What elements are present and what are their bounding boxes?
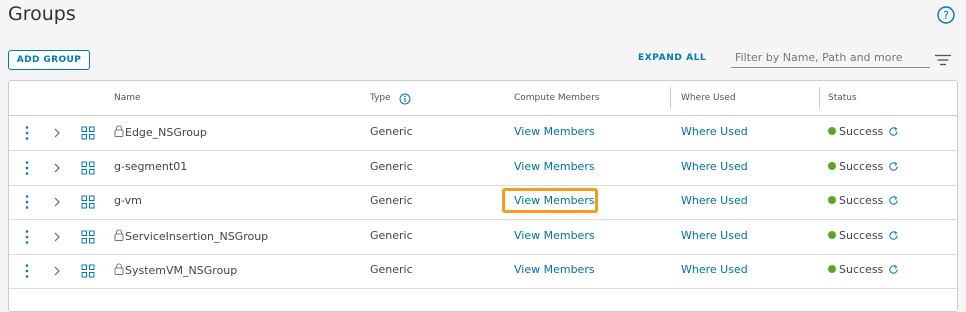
column-name[interactable]: Name <box>114 93 141 103</box>
view-members-link[interactable]: View Members <box>514 229 595 242</box>
group-name: ServiceInsertion_NSGroup <box>114 229 268 243</box>
group-name: SystemVM_NSGroup <box>114 263 237 277</box>
group-name: g-vm <box>114 194 142 208</box>
where-used-link[interactable]: Where Used <box>681 125 748 138</box>
chevron-right-icon[interactable] <box>52 162 62 174</box>
view-members-link[interactable]: View Members <box>514 263 595 276</box>
filter-input[interactable] <box>731 48 930 68</box>
column-compute-members: Compute Members <box>514 93 600 103</box>
where-used-link[interactable]: Where Used <box>681 160 748 173</box>
status-text: Success <box>839 263 884 277</box>
status-cell: Success <box>828 194 899 207</box>
refresh-icon[interactable] <box>888 161 899 172</box>
kebab-icon[interactable] <box>22 160 32 176</box>
column-divider <box>670 87 671 109</box>
table-header: Name Type Compute Members Where Used Sta… <box>9 81 957 116</box>
groups-table: Name Type Compute Members Where Used Sta… <box>8 80 958 312</box>
group-type: Generic <box>370 228 413 242</box>
column-type[interactable]: Type <box>370 93 391 103</box>
success-dot-icon <box>828 230 836 239</box>
tree-icon <box>81 195 95 209</box>
lock-icon <box>114 125 124 137</box>
refresh-icon[interactable] <box>888 230 899 241</box>
lock-icon <box>114 229 124 241</box>
success-dot-icon <box>828 265 836 274</box>
add-group-button[interactable]: ADD GROUP <box>8 50 90 70</box>
expand-all-button[interactable]: EXPAND ALL <box>638 53 706 63</box>
where-used-link[interactable]: Where Used <box>681 263 748 276</box>
group-type: Generic <box>370 263 413 277</box>
tree-icon <box>81 230 95 244</box>
chevron-right-icon[interactable] <box>52 231 62 243</box>
refresh-icon[interactable] <box>888 264 899 275</box>
table-row[interactable]: SystemVM_NSGroup Generic View Members Wh… <box>9 254 957 290</box>
table-row[interactable]: g-segment01 Generic View Members Where U… <box>9 151 957 186</box>
lock-icon <box>114 263 124 276</box>
group-type: Generic <box>370 159 413 173</box>
success-dot-icon <box>828 127 836 135</box>
refresh-icon[interactable] <box>888 195 899 206</box>
column-divider <box>819 87 820 109</box>
group-type: Generic <box>370 194 413 208</box>
kebab-icon[interactable] <box>22 229 32 245</box>
status-cell: Success <box>828 229 899 242</box>
status-text: Success <box>839 125 884 138</box>
column-status[interactable]: Status <box>828 93 857 103</box>
page-title: Groups <box>8 3 76 25</box>
group-type: Generic <box>370 125 413 138</box>
view-members-link[interactable]: View Members <box>514 160 595 173</box>
tree-icon <box>81 264 95 278</box>
highlight-box <box>502 188 598 214</box>
view-members-link[interactable]: View Members <box>514 125 595 138</box>
status-cell: Success <box>828 263 899 276</box>
table-row[interactable]: g-vm Generic View Members Where Used Suc… <box>9 185 957 221</box>
where-used-link[interactable]: Where Used <box>681 229 748 242</box>
status-text: Success <box>839 194 884 208</box>
table-row[interactable]: Edge_NSGroup Generic View Members Where … <box>9 116 957 151</box>
status-text: Success <box>839 159 884 173</box>
tree-icon <box>81 161 95 175</box>
filter-icon[interactable] <box>935 54 951 66</box>
chevron-right-icon[interactable] <box>52 196 62 208</box>
tree-icon <box>81 126 95 140</box>
kebab-icon[interactable] <box>22 263 32 279</box>
where-used-link[interactable]: Where Used <box>681 194 748 207</box>
svg-text:?: ? <box>943 9 949 22</box>
column-where-used: Where Used <box>681 93 736 103</box>
status-cell: Success <box>828 125 899 138</box>
help-icon[interactable]: ? <box>937 6 955 24</box>
refresh-icon[interactable] <box>888 126 899 137</box>
kebab-icon[interactable] <box>22 194 32 210</box>
status-cell: Success <box>828 160 899 173</box>
success-dot-icon <box>828 161 836 170</box>
status-text: Success <box>839 228 884 242</box>
table-row[interactable]: ServiceInsertion_NSGroup Generic View Me… <box>9 220 957 255</box>
group-name: g-segment01 <box>114 159 188 173</box>
info-icon[interactable] <box>399 93 411 105</box>
group-name: Edge_NSGroup <box>114 125 207 139</box>
kebab-icon[interactable] <box>22 125 32 141</box>
chevron-right-icon[interactable] <box>52 265 62 277</box>
success-dot-icon <box>828 196 836 205</box>
chevron-right-icon[interactable] <box>52 127 62 139</box>
